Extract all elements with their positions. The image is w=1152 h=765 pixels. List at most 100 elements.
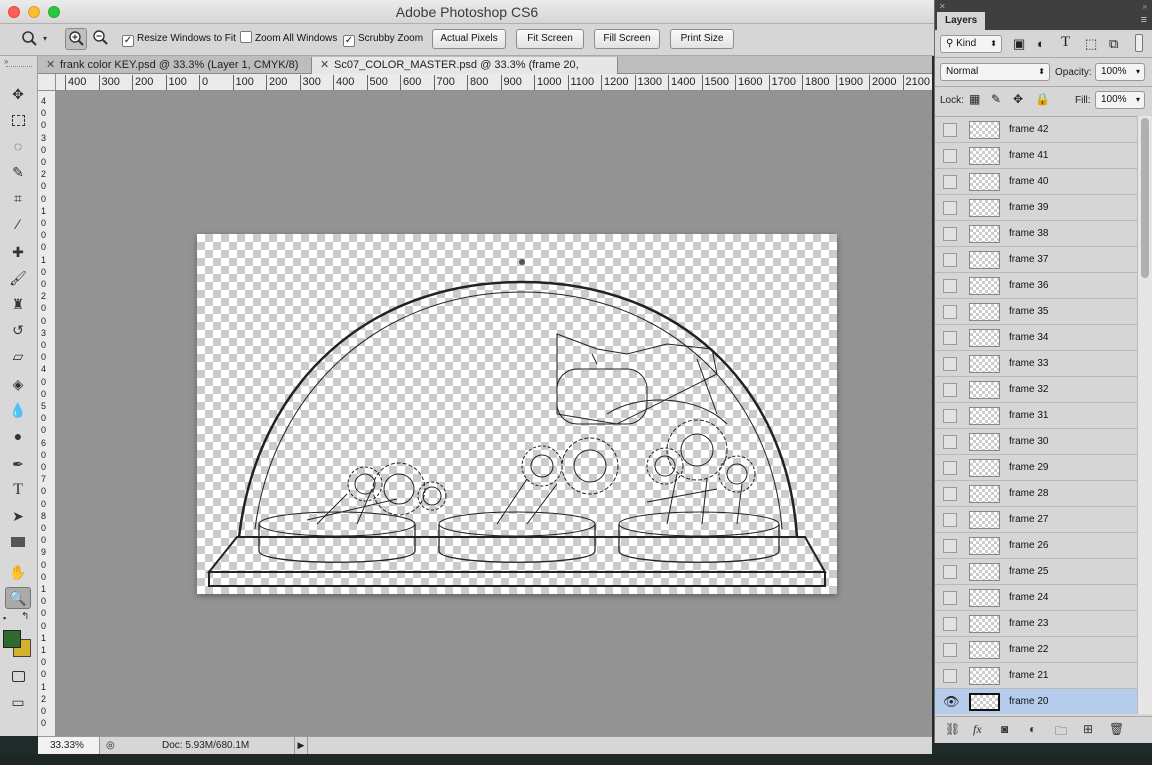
scrollbar-thumb[interactable] <box>1141 118 1149 278</box>
clone-stamp-tool-icon[interactable]: ♜ <box>5 293 31 315</box>
new-adjustment-layer-icon[interactable]: ◐ <box>1029 722 1036 736</box>
type-tool-icon[interactable]: T <box>5 479 31 501</box>
visibility-toggle[interactable] <box>943 305 957 319</box>
layer-name[interactable]: frame 34 <box>1009 325 1048 351</box>
layer-thumbnail[interactable] <box>969 641 1000 659</box>
layer-thumbnail[interactable] <box>969 329 1000 347</box>
horizontal-ruler[interactable]: 400 300 200 100 0 100 200 300 400 500 600 700 800 900… <box>56 74 932 91</box>
lasso-tool-icon[interactable]: ◌ <box>5 135 31 157</box>
eye-icon[interactable]: 👁 <box>943 695 960 709</box>
foreground-color-swatch[interactable] <box>3 630 21 648</box>
close-tab-icon[interactable]: ✕ <box>320 57 329 73</box>
visibility-toggle[interactable] <box>943 435 957 449</box>
collapse-panel-icon[interactable]: » <box>1143 2 1147 11</box>
layer-name[interactable]: frame 41 <box>1009 143 1048 169</box>
pen-tool-icon[interactable]: ✒ <box>5 453 31 475</box>
layer-row[interactable]: frame 32 <box>935 377 1137 403</box>
fill-field[interactable]: 100% ▾ <box>1095 91 1145 109</box>
history-brush-tool-icon[interactable]: ↺ <box>5 319 31 341</box>
layer-row[interactable]: frame 35 <box>935 299 1137 325</box>
rectangle-tool-icon[interactable] <box>5 531 31 553</box>
layer-row[interactable]: 👁 frame 20 <box>935 689 1137 714</box>
visibility-toggle[interactable] <box>943 331 957 345</box>
layer-row[interactable]: frame 34 <box>935 325 1137 351</box>
layer-thumbnail[interactable] <box>969 355 1000 373</box>
layer-name[interactable]: frame 40 <box>1009 169 1048 195</box>
status-menu-arrow-icon[interactable]: ▶ <box>294 737 308 754</box>
delete-layer-icon[interactable]: 🗑 <box>1109 722 1124 736</box>
layer-thumbnail[interactable] <box>969 407 1000 425</box>
layer-row[interactable]: frame 41 <box>935 143 1137 169</box>
lock-position-icon[interactable]: ✥ <box>1013 92 1023 106</box>
fill-screen-button[interactable]: Fill Screen <box>594 29 660 49</box>
layer-name[interactable]: frame 27 <box>1009 507 1048 533</box>
layer-row[interactable]: frame 22 <box>935 637 1137 663</box>
marquee-tool-icon[interactable] <box>5 109 31 131</box>
layer-style-icon[interactable]: fx <box>973 722 982 737</box>
layer-thumbnail[interactable] <box>969 147 1000 165</box>
ruler-origin[interactable] <box>38 74 56 91</box>
screen-mode-icon[interactable]: ▭ <box>5 691 31 713</box>
hand-tool-icon[interactable]: ✋ <box>5 561 31 583</box>
quick-mask-icon[interactable] <box>5 665 31 687</box>
tab-layers[interactable]: Layers <box>937 12 986 30</box>
layer-thumbnail[interactable] <box>969 667 1000 685</box>
layer-name[interactable]: frame 42 <box>1009 117 1048 143</box>
lock-all-icon[interactable]: 🔒 <box>1035 92 1050 106</box>
layer-row[interactable]: frame 38 <box>935 221 1137 247</box>
close-panel-icon[interactable]: ✕ <box>939 2 946 11</box>
visibility-toggle[interactable] <box>943 253 957 267</box>
visibility-toggle[interactable] <box>943 227 957 241</box>
layer-name[interactable]: frame 21 <box>1009 663 1048 689</box>
layer-row[interactable]: frame 26 <box>935 533 1137 559</box>
layer-row[interactable]: frame 27 <box>935 507 1137 533</box>
visibility-toggle[interactable] <box>943 201 957 215</box>
lock-image-pixels-icon[interactable]: ✎ <box>991 92 1001 106</box>
layer-thumbnail[interactable] <box>969 433 1000 451</box>
adjustment-layer-filter-icon[interactable]: ◐ <box>1037 36 1045 51</box>
layer-thumbnail[interactable] <box>969 511 1000 529</box>
layer-name[interactable]: frame 22 <box>1009 637 1048 663</box>
visibility-toggle[interactable] <box>943 513 957 527</box>
path-selection-tool-icon[interactable]: ➤ <box>5 505 31 527</box>
layer-thumbnail[interactable] <box>969 381 1000 399</box>
layer-row[interactable]: frame 29 <box>935 455 1137 481</box>
visibility-toggle[interactable] <box>943 669 957 683</box>
layer-row[interactable]: frame 37 <box>935 247 1137 273</box>
vertical-ruler[interactable]: 4003002001000100200300400500600700800900… <box>38 91 56 736</box>
layer-name[interactable]: frame 37 <box>1009 247 1048 273</box>
layer-name[interactable]: frame 29 <box>1009 455 1048 481</box>
visibility-toggle[interactable] <box>943 409 957 423</box>
layer-name[interactable]: frame 38 <box>1009 221 1048 247</box>
layers-scrollbar[interactable] <box>1137 116 1152 714</box>
layer-thumbnail[interactable] <box>969 199 1000 217</box>
layer-row[interactable]: frame 30 <box>935 429 1137 455</box>
layer-row[interactable]: frame 28 <box>935 481 1137 507</box>
layer-thumbnail[interactable] <box>969 251 1000 269</box>
visibility-toggle[interactable] <box>943 643 957 657</box>
layer-thumbnail[interactable] <box>969 589 1000 607</box>
new-layer-icon[interactable]: ⊞ <box>1083 722 1093 736</box>
layer-row[interactable]: frame 31 <box>935 403 1137 429</box>
layer-thumbnail[interactable] <box>969 693 1000 711</box>
tab-sc07-color-master[interactable]: ✕ Sc07_COLOR_MASTER.psd @ 33.3% (frame 2… <box>312 57 618 87</box>
filter-kind-select[interactable]: ⚲ Kind ⬍ <box>940 35 1002 53</box>
layer-name[interactable]: frame 33 <box>1009 351 1048 377</box>
preset-dropdown-arrow-icon[interactable]: ▾ <box>43 34 47 43</box>
tab-frank-color-key[interactable]: ✕ frank color KEY.psd @ 33.3% (Layer 1, … <box>38 57 312 74</box>
zoom-tool-icon[interactable]: 🔍 <box>5 587 31 609</box>
opacity-field[interactable]: 100% ▾ <box>1095 63 1145 81</box>
layer-thumbnail[interactable] <box>969 173 1000 191</box>
visibility-toggle[interactable] <box>943 539 957 553</box>
layer-row[interactable]: frame 23 <box>935 611 1137 637</box>
move-tool-icon[interactable]: ✥ <box>5 83 31 105</box>
zoom-in-icon[interactable] <box>65 28 87 50</box>
layer-row[interactable]: frame 36 <box>935 273 1137 299</box>
eyedropper-tool-icon[interactable]: ⁄ <box>5 213 31 235</box>
print-size-button[interactable]: Print Size <box>670 29 734 49</box>
layer-name[interactable]: frame 24 <box>1009 585 1048 611</box>
layer-row[interactable]: frame 33 <box>935 351 1137 377</box>
add-mask-icon[interactable]: ◙ <box>1001 722 1008 736</box>
layer-thumbnail[interactable] <box>969 459 1000 477</box>
layer-name[interactable]: frame 28 <box>1009 481 1048 507</box>
